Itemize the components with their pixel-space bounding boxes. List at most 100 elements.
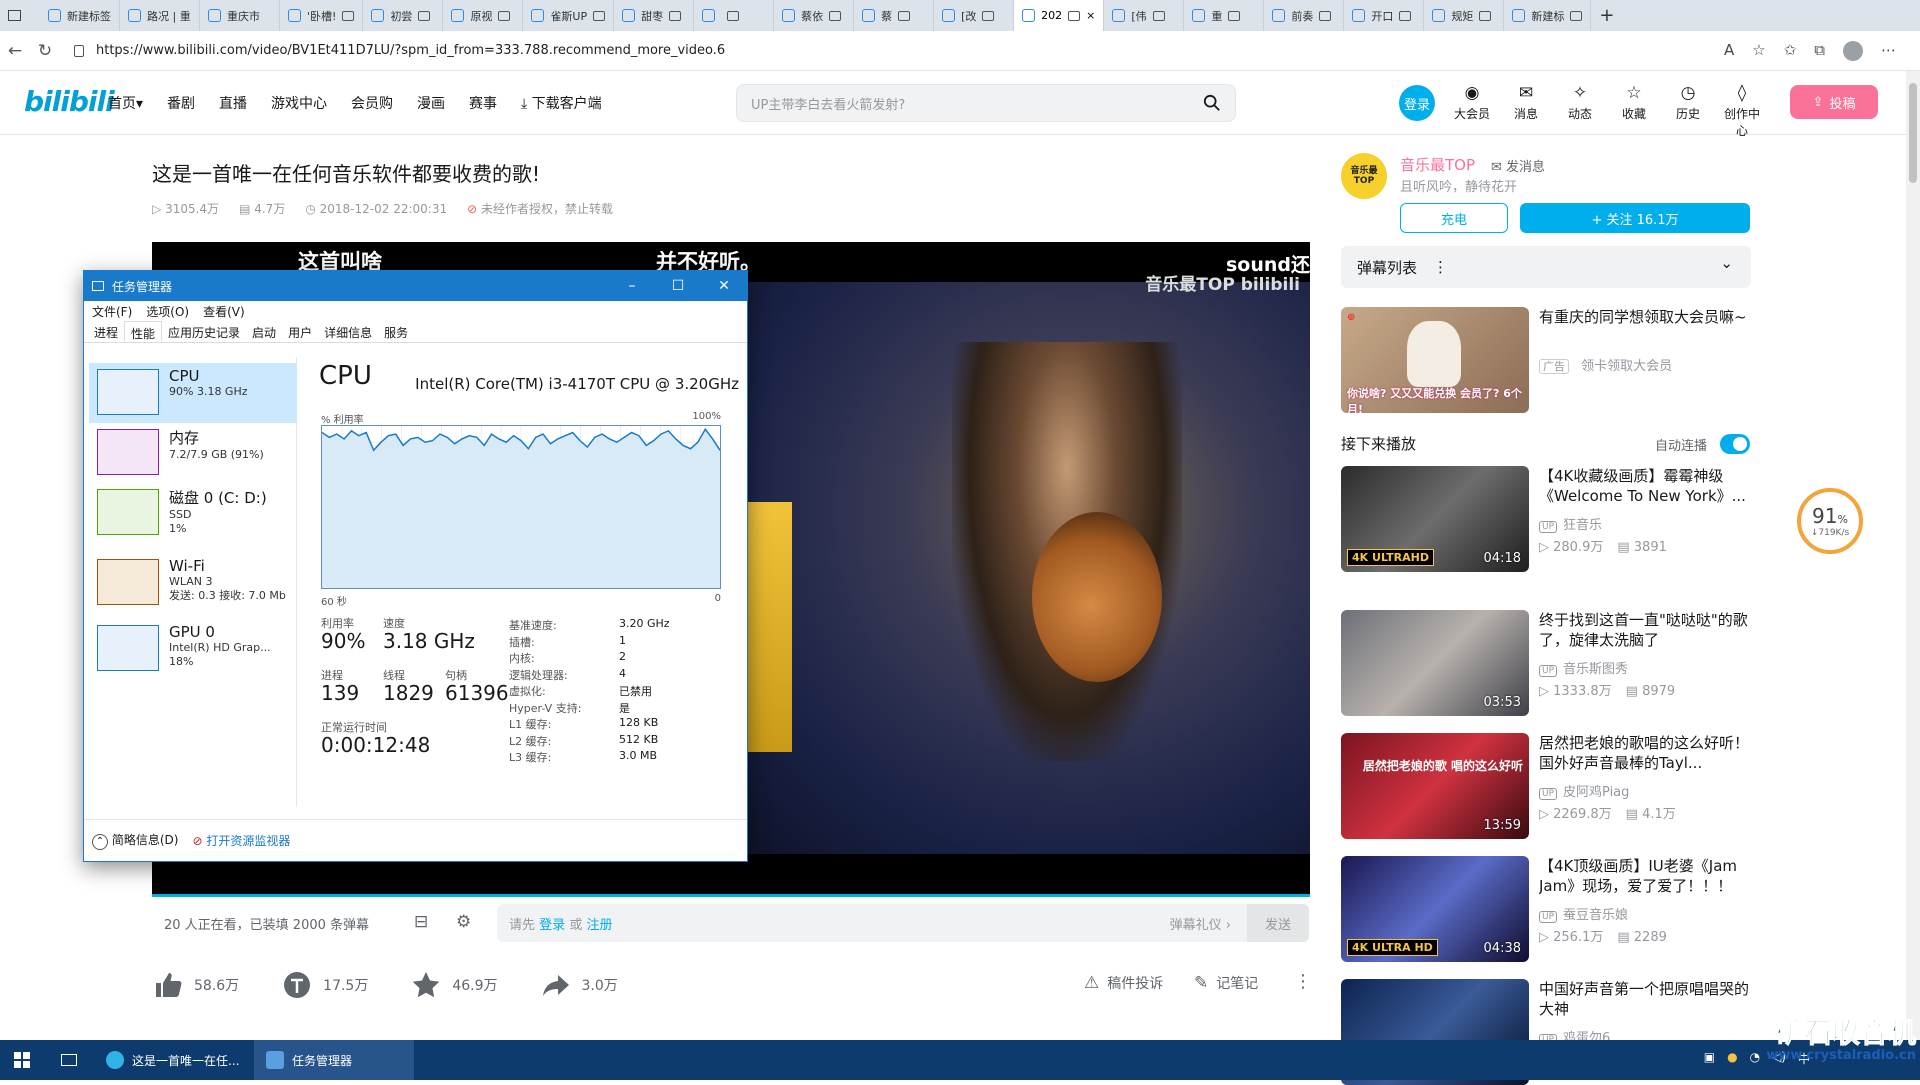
send-message-button[interactable]: ✉ 发消息 [1491,156,1545,175]
taskmgr-tab[interactable]: 进程 [88,321,124,342]
tab-audio-icon[interactable] [1319,10,1332,21]
browser-tab[interactable]: 雀斯UP [523,0,615,31]
tab-audio-icon[interactable] [1570,10,1583,21]
browser-tab[interactable]: 开口 [1344,0,1425,31]
recommend-title[interactable]: 中国好声音第一个把原唱唱哭的大神 [1539,979,1751,1019]
tab-audio-icon[interactable] [898,10,911,21]
tab-audio-icon[interactable] [1068,10,1081,21]
header-creator-button[interactable]: ◊ 创作中心 [1720,83,1764,139]
tab-audio-icon[interactable] [498,10,511,21]
nav-item[interactable]: 番剧 [167,93,195,113]
network-speed-widget[interactable]: 91% ↓719K/s [1797,488,1863,554]
browser-tab[interactable]: [改 [934,0,1015,31]
search-box[interactable]: UP主带李白去看火箭发射? [736,84,1236,122]
recommend-thumbnail[interactable]: 03:53 [1341,610,1529,716]
tab-close-icon[interactable]: × [1086,9,1095,22]
browser-tab[interactable]: 初尝 [363,0,444,31]
like-button[interactable]: 58.6万 [152,969,239,1001]
recommend-card[interactable]: 03:53 终于找到这首一直"哒哒哒"的歌了，旋律太洗脑了 UP 音乐斯图秀 ▷ 133… [1341,610,1751,716]
note-button[interactable]: ✎ 记笔记 [1194,973,1258,993]
browser-tab[interactable]: 前奏 [1264,0,1345,31]
taskbar-app[interactable]: 任务管理器 [254,1040,414,1080]
tab-audio-icon[interactable] [1479,10,1492,21]
browser-tab[interactable] [694,0,775,31]
tab-audio-icon[interactable] [342,10,355,21]
autoplay-toggle[interactable] [1720,434,1750,454]
recommend-up[interactable]: UP 音乐斯图秀 [1539,658,1628,677]
danmaku-settings-icon[interactable]: ⚙ [456,912,471,932]
taskmgr-tab[interactable]: 详细信息 [318,321,378,342]
recommend-title[interactable]: 居然把老娘的歌唱的这么好听！国外好声音最棒的Tayl... [1539,733,1751,773]
close-button[interactable]: ✕ [701,271,747,301]
browser-tab[interactable]: 202 × [1014,0,1105,31]
resource-item[interactable]: 内存 7.2/7.9 GB (91%) [89,423,297,483]
tab-audio-icon[interactable] [418,10,431,21]
resource-item[interactable]: Wi-Fi WLAN 3 发送: 0.3 接收: 7.0 Mb [89,553,297,613]
danmaku-send-button[interactable]: 发送 [1247,904,1309,942]
danmaku-list-menu-icon[interactable]: ⋮ [1433,258,1448,276]
task-manager-titlebar[interactable]: 任务管理器 – ☐ ✕ [84,271,747,301]
ad-thumbnail[interactable]: 你说啥? 又又又能兑换 会员了? 6个月! ⊕ [1341,307,1529,413]
taskmgr-menu-item[interactable]: 选项(O) [146,303,189,320]
nav-item[interactable]: 直播 [219,93,247,113]
read-aloud-icon[interactable]: A [1724,41,1734,61]
search-input[interactable]: UP主带李白去看火箭发射? [751,94,905,113]
chevron-down-icon[interactable]: ⌄ [1720,254,1733,272]
add-favorite-icon[interactable]: ☆ [1752,41,1765,61]
browser-tab[interactable]: [伟 [1104,0,1185,31]
brief-info-button[interactable]: ⌃ 简略信息(D) [92,831,178,850]
tab-actions-button[interactable] [0,0,40,31]
tab-audio-icon[interactable] [593,10,606,21]
nav-item[interactable]: 首页▾ [108,93,143,113]
scrollbar-thumb[interactable] [1909,83,1917,183]
recommend-card[interactable]: 4K ULTRA HD 04:38 【4K顶级画质】IU老婆《Jam Jam》现场，… [1341,856,1751,962]
coin-button[interactable]: 17.5万 [281,969,368,1001]
follow-button[interactable]: + 关注 16.1万 [1520,203,1750,233]
bilibili-logo[interactable]: bilibili [24,85,115,118]
url-field[interactable]: https://www.bilibili.com/video/BV1Et411D… [74,37,1724,65]
nav-item[interactable]: 游戏中心 [271,93,327,113]
taskmgr-menu-item[interactable]: 文件(F) [92,303,132,320]
ad-title[interactable]: 有重庆的同学想领取大会员嘛~ [1539,307,1751,327]
header-vip-button[interactable]: ◉ 大会员 [1450,83,1494,122]
browser-tab[interactable]: 新建标 [1504,0,1592,31]
recommend-up[interactable]: UP 皮阿鸡Piag [1539,781,1629,800]
recommend-card[interactable]: 4K ULTRAHD 04:18 【4K收藏级画质】霉霉神级《Welcome To … [1341,466,1751,572]
taskmgr-tab[interactable]: 启动 [246,321,282,342]
up-avatar[interactable]: 音乐最 TOP [1341,153,1387,199]
browser-tab[interactable]: '卧槽! [280,0,364,31]
tab-audio-icon[interactable] [982,10,995,21]
resource-item[interactable]: 磁盘 0 (C: D:) SSD 1% [89,483,297,543]
danmaku-register-link[interactable]: 注册 [586,914,612,933]
up-name[interactable]: 音乐最TOP [1400,154,1475,175]
settings-menu-icon[interactable]: ⋯ [1881,41,1896,61]
header-dynamic-button[interactable]: ✧ 动态 [1558,83,1602,122]
resource-item[interactable]: GPU 0 Intel(R) HD Grap... 18% [89,619,297,679]
tab-audio-icon[interactable] [1399,10,1412,21]
nav-item[interactable]: 漫画 [417,93,445,113]
report-button[interactable]: ⚠ 稿件投诉 [1084,973,1163,993]
back-button[interactable]: ← [0,36,30,66]
tab-audio-icon[interactable] [727,10,740,21]
charge-button[interactable]: 充电 [1400,203,1508,233]
recommend-title[interactable]: 【4K收藏级画质】霉霉神级《Welcome To New York》... [1539,466,1751,506]
nav-item[interactable]: 赛事 [469,93,497,113]
browser-tab[interactable]: 重 [1184,0,1265,31]
resource-monitor-link[interactable]: ⊘ 打开资源监视器 [192,832,290,849]
task-view-button[interactable] [44,1040,94,1080]
task-manager-window[interactable]: 任务管理器 – ☐ ✕ 文件(F) 选项(O) 查看(V) 进程 性能 应用历史记录 启动… [83,270,748,862]
browser-tab[interactable]: 蔡 [854,0,935,31]
browser-tab[interactable]: 新建标签 [40,0,120,31]
login-button[interactable]: 登录 [1399,85,1435,121]
danmaku-etiquette-link[interactable]: 弹幕礼仪 › [1170,914,1231,933]
danmaku-list-header[interactable]: 弹幕列表 ⋮ ⌄ [1341,246,1751,288]
nav-item[interactable]: ⤓ 下载客户端 [521,93,602,113]
tab-audio-icon[interactable] [829,10,842,21]
tray-security-icon[interactable]: ● [1727,1050,1737,1067]
refresh-button[interactable]: ↻ [30,36,60,66]
search-icon[interactable] [1203,94,1221,112]
favorites-icon[interactable]: ✩ [1784,41,1797,61]
recommend-up[interactable]: UP 狂音乐 [1539,514,1602,533]
taskmgr-tab[interactable]: 性能 [124,321,163,342]
profile-avatar[interactable] [1843,40,1863,61]
